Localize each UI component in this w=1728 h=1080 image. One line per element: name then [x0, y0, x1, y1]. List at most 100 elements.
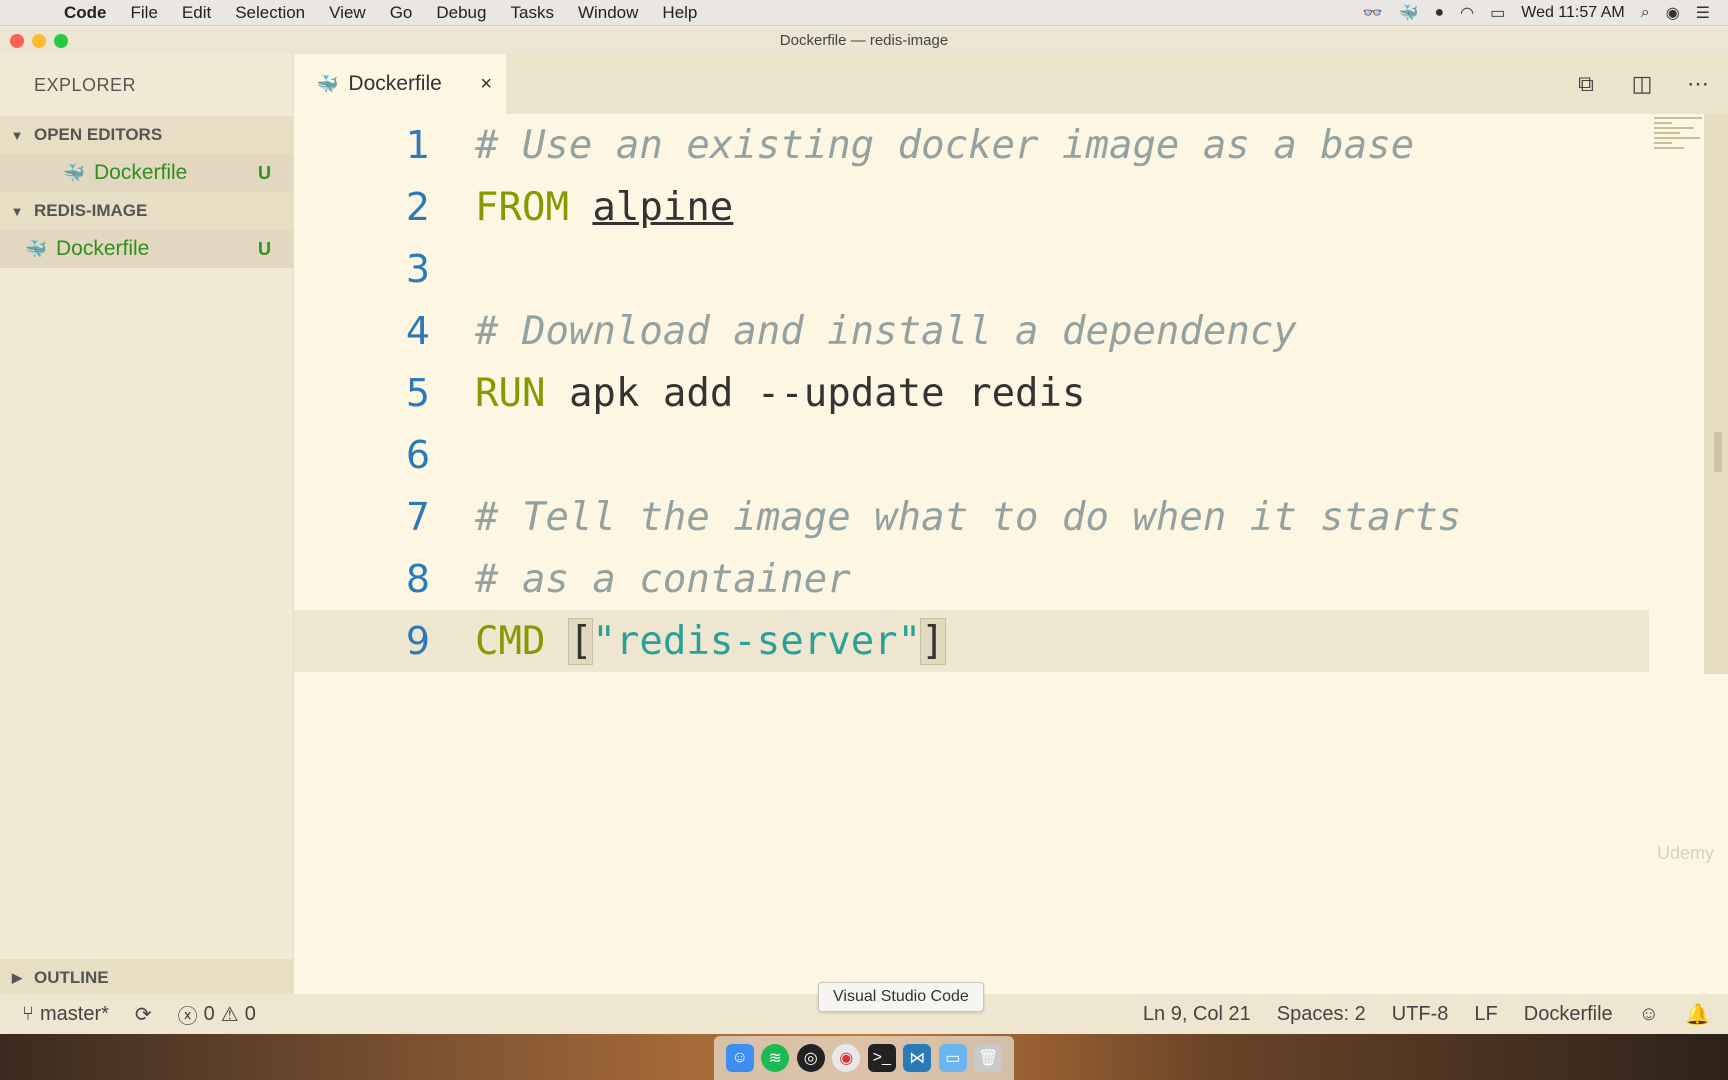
project-folder-label: REDIS-IMAGE	[34, 201, 148, 220]
tree-item-dockerfile[interactable]: 🐳 Dockerfile U	[0, 230, 293, 268]
docker-file-icon: 🐳	[316, 73, 339, 94]
outline-label: OUTLINE	[34, 968, 109, 987]
code-editor[interactable]: 1 # Use an existing docker image as a ba…	[294, 114, 1728, 994]
code-bracket-open: [	[567, 617, 594, 665]
docker-file-icon: 🐳	[24, 238, 48, 259]
udemy-watermark: Udemy	[1656, 843, 1714, 863]
code-line: 7 # Tell the image what to do when it st…	[294, 486, 1649, 548]
window-title: Dockerfile — redis-image	[779, 32, 949, 49]
obs-icon[interactable]: ●	[1434, 4, 1444, 22]
dock: ☺ ≋ ◎ ◉ >_ ⋈ ▭ 🗑	[714, 1036, 1014, 1080]
close-tab-icon[interactable]: ×	[480, 73, 492, 96]
file-name: Dockerfile	[94, 161, 188, 184]
notifications-bell-icon[interactable]: 🔔	[1685, 1002, 1710, 1027]
menu-file[interactable]: File	[119, 3, 170, 23]
menu-window[interactable]: Window	[566, 3, 650, 23]
chevron-right-icon: ▶	[12, 970, 22, 985]
dock-tooltip: Visual Studio Code	[818, 982, 984, 1012]
menu-debug[interactable]: Debug	[424, 3, 498, 23]
trash-icon[interactable]: 🗑	[974, 1044, 1003, 1072]
code-line: 8 # as a container	[294, 548, 1649, 610]
spotlight-search-icon[interactable]: ⌕	[1641, 4, 1650, 22]
code-comment: # Use an existing docker image as a base	[475, 122, 1415, 168]
window-title-bar: Dockerfile — redis-image	[0, 27, 1728, 54]
docker-file-icon: 🐳	[62, 162, 86, 183]
code-comment: # Tell the image what to do when it star…	[475, 494, 1462, 540]
chrome-icon[interactable]: ◉	[832, 1044, 861, 1072]
menu-go[interactable]: Go	[378, 3, 425, 23]
split-editor-icon[interactable]: ◫	[1628, 71, 1656, 97]
siri-icon[interactable]: ◉	[1666, 3, 1680, 23]
indentation[interactable]: Spaces: 2	[1277, 1003, 1366, 1026]
scrollbar-thumb[interactable]	[1714, 432, 1722, 472]
battery-icon[interactable]: ▭	[1490, 3, 1505, 23]
more-actions-icon[interactable]: ⋯	[1684, 71, 1712, 97]
explorer-sidebar: EXPLORER ▼ OPEN EDITORS 🐳 Dockerfile U ▼…	[0, 54, 294, 997]
open-editor-item-dockerfile[interactable]: 🐳 Dockerfile U	[0, 154, 293, 192]
end-of-line[interactable]: LF	[1474, 1003, 1497, 1026]
menu-edit[interactable]: Edit	[170, 3, 223, 23]
glasses-icon[interactable]: 👓	[1363, 3, 1383, 23]
git-branch-icon: ⑂	[22, 1002, 34, 1025]
warning-icon: ⚠	[220, 1003, 239, 1026]
terminal-icon[interactable]: >_	[867, 1044, 896, 1072]
open-editors-label: OPEN EDITORS	[34, 125, 163, 144]
menu-bar: Code File Edit Selection View Go Debug T…	[0, 0, 1728, 26]
project-folder-header[interactable]: ▼ REDIS-IMAGE	[0, 192, 293, 230]
tab-label: Dockerfile	[348, 72, 442, 95]
docker-icon[interactable]: 🐳	[1399, 3, 1419, 23]
code-keyword: FROM	[475, 184, 569, 230]
minimap[interactable]	[1654, 114, 1706, 154]
code-line: 1 # Use an existing docker image as a ba…	[294, 114, 1649, 176]
menu-help[interactable]: Help	[650, 3, 709, 23]
minimize-window-button[interactable]	[32, 34, 46, 48]
outline-header[interactable]: ▶ OUTLINE	[0, 959, 294, 997]
cursor-position[interactable]: Ln 9, Col 21	[1143, 1003, 1251, 1026]
zoom-window-button[interactable]	[54, 34, 68, 48]
feedback-smiley-icon[interactable]: ☺	[1639, 1003, 1659, 1026]
menu-selection[interactable]: Selection	[223, 3, 317, 23]
menu-tasks[interactable]: Tasks	[498, 3, 565, 23]
clock[interactable]: Wed 11:57 AM	[1521, 4, 1624, 22]
obs-app-icon[interactable]: ◎	[796, 1044, 825, 1072]
code-line: 6	[294, 424, 1649, 486]
git-branch-indicator[interactable]: ⑂ master*	[22, 1000, 109, 1029]
code-bracket-close: ]	[920, 617, 946, 665]
vscode-icon[interactable]: ⋈	[903, 1044, 932, 1072]
code-comment: # Download and install a dependency	[475, 308, 1297, 354]
folder-icon[interactable]: ▭	[938, 1044, 967, 1072]
branch-name: master*	[40, 1002, 109, 1025]
problems-indicator[interactable]: ⓧ 0 ⚠ 0	[178, 1000, 256, 1029]
code-line: 4 # Download and install a dependency	[294, 300, 1649, 362]
notification-center-icon[interactable]: ☰	[1696, 3, 1710, 23]
open-editors-header[interactable]: ▼ OPEN EDITORS	[0, 116, 293, 154]
tab-dockerfile[interactable]: 🐳 Dockerfile ×	[294, 54, 506, 114]
wifi-icon[interactable]: ◠	[1460, 3, 1474, 23]
line-number: 9	[405, 619, 430, 663]
code-argument: apk add --update redis	[568, 370, 1086, 416]
language-mode[interactable]: Dockerfile	[1524, 1003, 1613, 1026]
line-number: 1	[405, 123, 430, 167]
code-argument: alpine	[592, 184, 734, 230]
chevron-down-icon: ▼	[10, 127, 24, 143]
warning-count: 0	[244, 1002, 256, 1025]
menu-app[interactable]: Code	[52, 3, 119, 23]
file-encoding[interactable]: UTF-8	[1392, 1003, 1449, 1026]
menu-view[interactable]: View	[317, 3, 378, 23]
file-name: Dockerfile	[56, 237, 150, 260]
error-icon: ⓧ	[177, 1005, 198, 1028]
line-number: 2	[405, 185, 430, 229]
open-preview-icon[interactable]: ⧉	[1572, 71, 1600, 97]
line-number: 7	[405, 495, 430, 539]
code-line: 2 FROM alpine	[294, 176, 1649, 238]
vertical-scrollbar[interactable]	[1704, 114, 1728, 674]
code-string: "redis-server"	[592, 618, 922, 664]
finder-icon[interactable]: ☺	[725, 1044, 754, 1072]
close-window-button[interactable]	[10, 34, 24, 48]
editor-tab-bar: 🐳 Dockerfile × ⧉ ◫ ⋯	[294, 54, 1728, 114]
code-keyword: CMD	[475, 618, 546, 664]
spotify-icon[interactable]: ≋	[761, 1044, 790, 1072]
sync-icon[interactable]: ⟳	[135, 1000, 152, 1029]
explorer-title: EXPLORER	[34, 74, 137, 95]
error-count: 0	[203, 1002, 215, 1025]
